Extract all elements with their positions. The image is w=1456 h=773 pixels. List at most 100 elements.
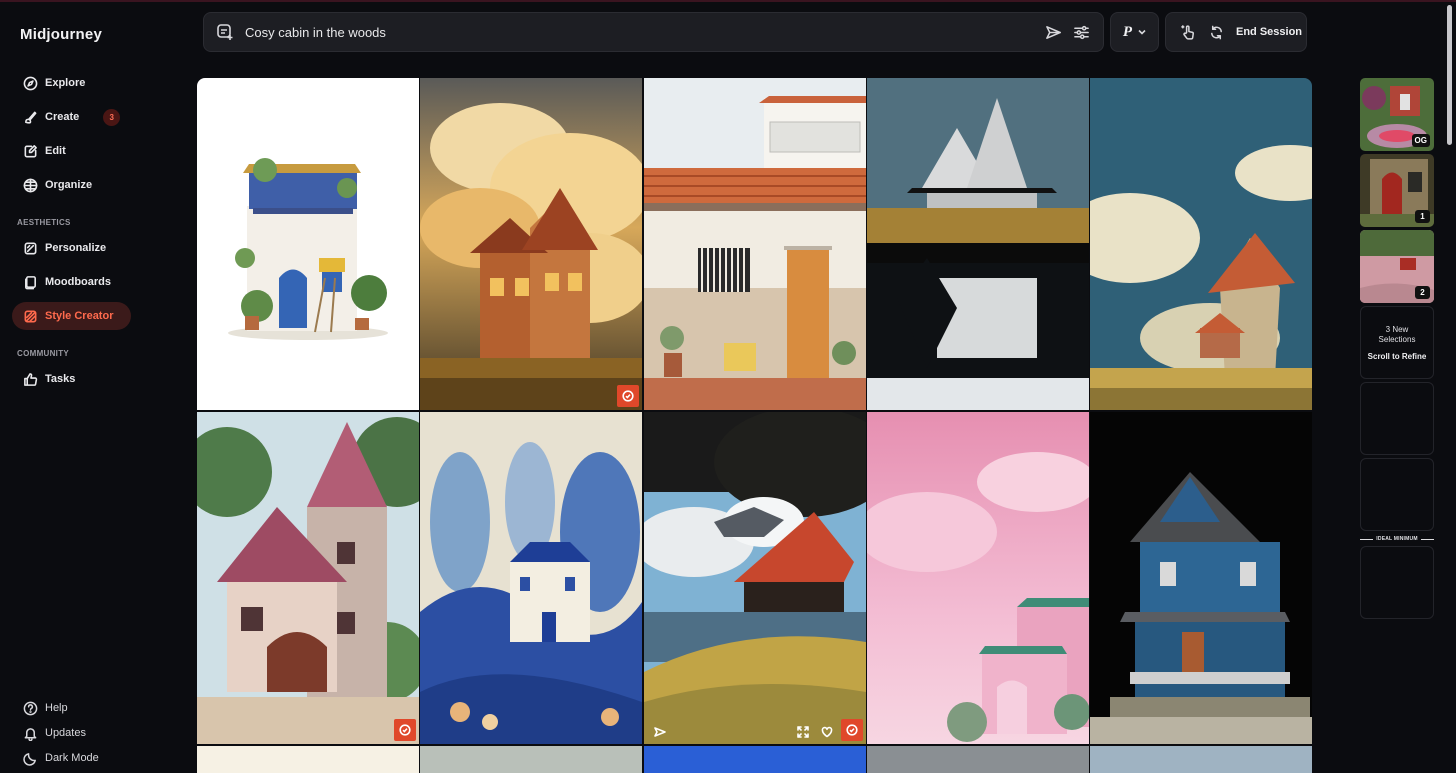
image-tile[interactable] [644, 412, 866, 744]
sidebar-item-explore[interactable]: Explore [12, 69, 131, 97]
generated-image [420, 78, 642, 410]
check-circle-icon [399, 724, 411, 736]
expand-icon [797, 726, 809, 738]
image-prompt-icon[interactable] [216, 23, 234, 41]
grid-icon [22, 177, 38, 193]
sidebar-item-label: Tasks [45, 373, 76, 385]
image-tile[interactable] [1090, 78, 1312, 410]
send-button[interactable] [1039, 18, 1067, 46]
expand-button[interactable] [797, 726, 809, 738]
create-count-badge: 3 [103, 108, 121, 126]
help-icon [22, 700, 38, 716]
updates-label: Updates [45, 727, 86, 739]
image-tile[interactable] [644, 746, 866, 773]
session-controls: End Session [1165, 12, 1307, 52]
sliders-icon [1073, 25, 1089, 39]
sidebar-item-label: Edit [45, 145, 66, 157]
generated-image [1090, 412, 1312, 744]
end-session-button[interactable]: End Session [1236, 26, 1302, 38]
ideal-minimum-marker: IDEAL MINIMUM [1360, 534, 1434, 544]
generated-image [644, 78, 866, 410]
thumb-tag: 1 [1415, 210, 1430, 223]
like-button[interactable] [821, 726, 833, 738]
moodboard-icon [22, 274, 38, 290]
image-tile[interactable] [420, 746, 642, 773]
sidebar-item-label: Personalize [45, 242, 107, 254]
prompt-input[interactable] [245, 24, 1039, 40]
image-tile[interactable] [1090, 412, 1312, 744]
selected-check-badge[interactable] [617, 385, 639, 407]
sidebar-item-label: Style Creator [45, 310, 114, 322]
send-icon [1045, 25, 1061, 39]
sidebar-item-label: Explore [45, 77, 86, 89]
rail-thumb-2[interactable]: 2 [1360, 230, 1434, 303]
personalize-icon [22, 240, 38, 256]
image-tile[interactable] [420, 412, 642, 744]
selected-check-badge[interactable] [841, 719, 863, 741]
image-tile[interactable] [644, 78, 866, 410]
updates-link[interactable]: Updates [22, 724, 86, 742]
edit-icon [22, 143, 38, 159]
remix-button[interactable] [654, 726, 666, 738]
scrollbar-thumb[interactable] [1447, 5, 1452, 145]
prompt-bar [203, 12, 1104, 52]
check-circle-icon [846, 724, 858, 736]
heart-icon [821, 726, 833, 738]
sidebar: Midjourney Explore Create 3 Edit Organiz… [0, 0, 190, 773]
dark-mode-label: Dark Mode [45, 752, 99, 764]
new-selections-text: 3 New Selections [1378, 324, 1416, 344]
chevron-down-icon [1138, 29, 1146, 35]
sidebar-item-edit[interactable]: Edit [12, 137, 131, 165]
pointer-hand-icon [1180, 24, 1194, 40]
brand-logo[interactable]: Midjourney [20, 26, 102, 43]
sidebar-item-organize[interactable]: Organize [12, 171, 131, 199]
image-tile[interactable] [420, 78, 642, 410]
sidebar-item-moodboards[interactable]: Moodboards [12, 268, 131, 296]
generated-image [644, 412, 866, 744]
help-label: Help [45, 702, 68, 714]
image-tile[interactable] [867, 746, 1089, 773]
sidebar-item-personalize[interactable]: Personalize [12, 234, 131, 262]
sidebar-item-label: Moodboards [45, 276, 111, 288]
selected-check-badge[interactable] [394, 719, 416, 741]
rail-thumb-og[interactable]: OG [1360, 78, 1434, 151]
style-creator-icon [22, 308, 38, 324]
refresh-icon [1210, 25, 1222, 39]
touch-mode-button[interactable] [1174, 18, 1202, 46]
thumbs-up-icon [22, 371, 38, 387]
image-tile[interactable] [197, 412, 419, 744]
generated-image [197, 412, 419, 744]
ideal-minimum-label: IDEAL MINIMUM [1376, 536, 1418, 542]
community-section-label: COMMUNITY [17, 349, 70, 358]
scroll-to-refine-text: Scroll to Refine [1367, 351, 1427, 361]
dark-mode-toggle[interactable]: Dark Mode [22, 749, 99, 767]
sidebar-item-label: Organize [45, 179, 93, 191]
check-circle-icon [622, 390, 634, 402]
image-tile[interactable] [197, 746, 419, 773]
image-tile[interactable] [867, 412, 1089, 744]
send-icon [654, 727, 666, 737]
new-selections-panel[interactable]: 3 New Selections Scroll to Refine [1360, 306, 1434, 379]
generated-image [1090, 78, 1312, 410]
thumb-tag: OG [1411, 134, 1430, 147]
help-link[interactable]: Help [22, 699, 68, 717]
brush-icon [22, 109, 38, 125]
refresh-button[interactable] [1202, 18, 1230, 46]
empty-slot [1360, 546, 1434, 619]
sidebar-item-tasks[interactable]: Tasks [12, 365, 131, 393]
image-tile[interactable] [867, 78, 1089, 410]
moon-icon [22, 750, 38, 766]
rail-thumb-1[interactable]: 1 [1360, 154, 1434, 227]
sidebar-item-style-creator[interactable]: Style Creator [12, 302, 131, 330]
image-tile[interactable] [197, 78, 419, 410]
sidebar-item-label: Create [45, 111, 80, 123]
personalize-dropdown[interactable]: P [1110, 12, 1159, 52]
generated-image [867, 412, 1089, 744]
generated-image [420, 412, 642, 744]
image-tile[interactable] [1090, 746, 1312, 773]
empty-slot [1360, 458, 1434, 531]
empty-slot [1360, 382, 1434, 455]
personalize-letter: P [1122, 23, 1133, 40]
sidebar-item-create[interactable]: Create 3 [12, 103, 131, 131]
settings-button[interactable] [1067, 18, 1095, 46]
